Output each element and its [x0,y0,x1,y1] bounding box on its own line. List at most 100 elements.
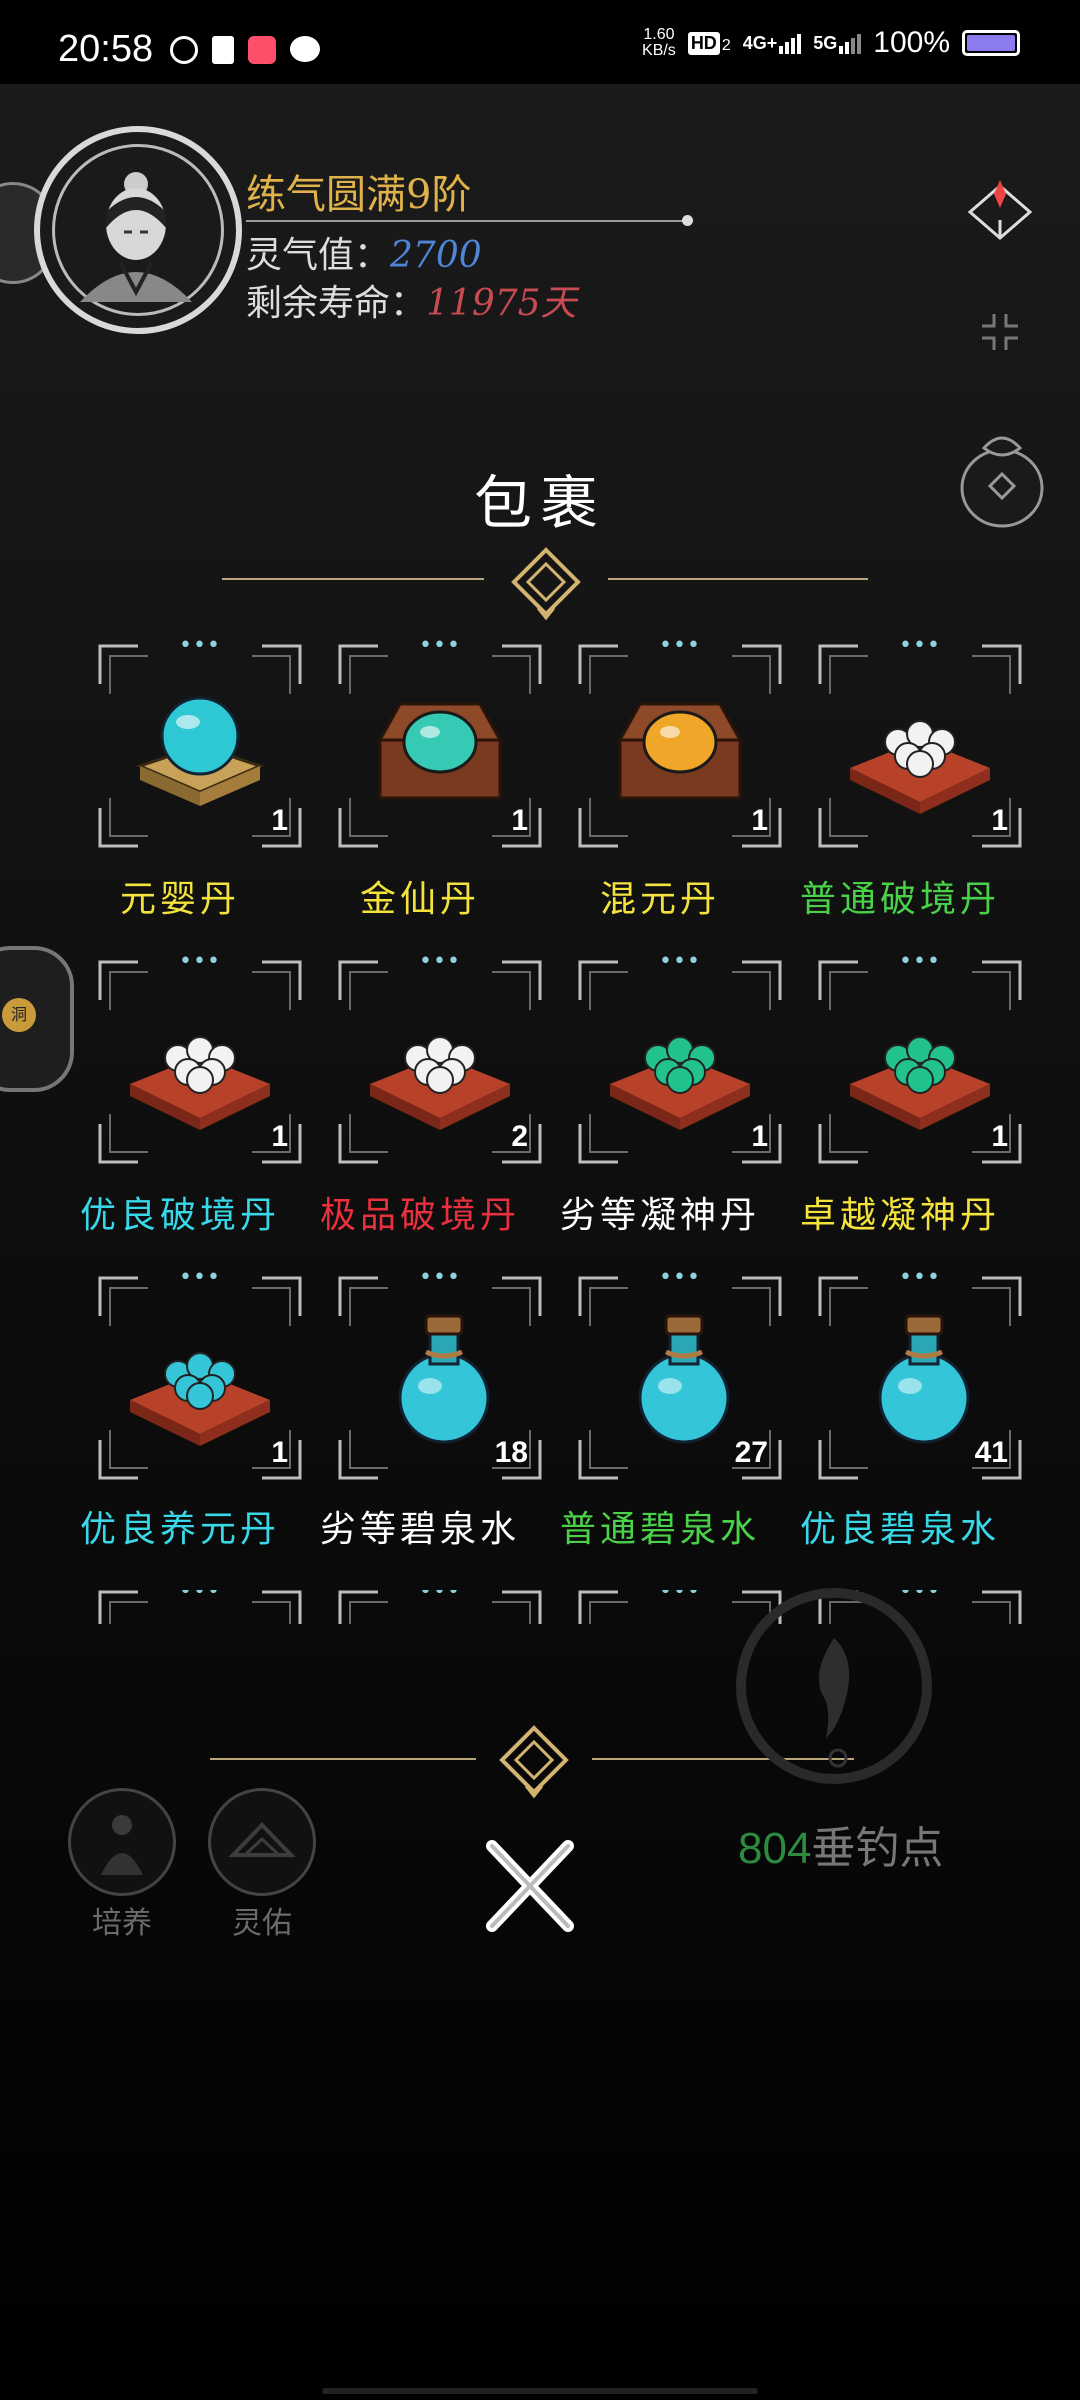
compass-button[interactable] [960,172,1040,252]
cultivator-portrait-icon [80,172,192,302]
inventory-slot-partial[interactable]: ••• [338,1590,542,1624]
notification-icons [170,36,320,64]
wechat-icon [290,36,320,62]
inventory-slot[interactable]: ••• 2 [338,951,542,1164]
lifespan-row: 剩余寿命：11975天 [246,274,577,326]
item-count: 1 [511,804,528,837]
inventory-slot-partial[interactable]: ••• [98,1590,302,1624]
item-name: 优良碧泉水 [799,1509,1000,1550]
more-options-icon[interactable]: ••• [98,1267,302,1289]
hd-label: HD [687,31,720,55]
more-options-icon[interactable]: ••• [578,1267,782,1289]
green-pills-cushion-icon [850,1036,990,1130]
fish-icon [818,1638,850,1768]
kuaishou-icon [248,36,276,64]
item-count: 41 [974,1436,1008,1469]
panel-title: 包裹 [473,469,606,537]
inventory-slot[interactable]: ••• 1 [578,951,782,1164]
item-count: 1 [271,1120,288,1153]
item-count: 1 [751,804,768,837]
more-options-icon[interactable]: ••• [578,951,782,973]
spirit-label: 灵气值： [246,235,391,276]
fishing-points-value: 804 [738,1824,812,1873]
home-indicator[interactable] [322,2388,758,2394]
blessing-label: 灵佑 [232,1906,292,1941]
teal-orb-chest-icon [377,702,503,800]
inventory-slot[interactable]: ••• 1 [818,951,1022,1164]
item-name: 普通碧泉水 [559,1509,760,1550]
fishing-points: 804垂钓点 [738,1812,943,1876]
item-name: 优良养元丹 [79,1509,280,1550]
collapse-button[interactable] [960,292,1040,372]
cultivate-button[interactable] [68,1788,176,1896]
inventory-slot[interactable]: ••• 1 [578,635,782,848]
item-name: 卓越凝神丹 [799,1195,1000,1236]
net-speed-unit: KB/s [642,42,676,59]
bottom-divider-left [210,1758,476,1760]
item-name: 普通破境丹 [799,879,1000,920]
more-options-icon[interactable]: ••• [338,635,542,657]
item-name: 金仙丹 [359,879,480,920]
close-x-icon [486,1840,574,1932]
signal-5g-label: 5G [813,32,838,53]
signal-bars-icon [839,33,862,54]
spirit-row: 灵气值：2700 [246,226,482,278]
cave-badge: 洞 [2,998,36,1032]
more-options-icon[interactable]: ••• [818,635,1022,657]
side-cave-tab[interactable]: 洞 [0,946,74,1092]
item-count: 18 [494,1436,528,1469]
item-count: 27 [734,1436,768,1469]
inventory-slot[interactable]: ••• 18 [338,1267,542,1480]
signal-5g: 5G [813,32,862,54]
signal-4g-label: 4G+ [742,32,778,53]
more-options-icon[interactable]: ••• [818,951,1022,973]
lifespan-value: 11975天 [426,283,577,324]
inventory-slot[interactable]: ••• 27 [578,1267,782,1480]
clipboard-icon [212,36,234,64]
inventory-slot[interactable]: ••• 1 [98,1267,302,1480]
signal-4g: 4G+ [743,33,802,54]
more-options-icon[interactable]: ••• [98,635,302,657]
divider-right [608,578,868,580]
inventory-slot[interactable]: ••• 41 [818,1267,1022,1480]
cultivate-label: 培养 [92,1906,152,1941]
fishing-button[interactable] [736,1588,932,1784]
status-right: 1.60 KB/s HD 2 4G+ 5G 100% [642,26,1020,60]
item-count: 1 [271,1436,288,1469]
rank-progress-dot [682,215,693,226]
cultivation-rank: 练气圆满9阶 [246,172,472,218]
hd-indicator: HD 2 [687,31,731,55]
compass-diamond-icon [967,180,1033,240]
inventory-slot[interactable]: ••• 1 [818,635,1022,848]
player-avatar[interactable] [34,126,242,334]
bottom-diamond-ornament-icon [499,1725,569,1799]
hd-sub-label: 2 [721,36,731,54]
inventory-slot[interactable]: ••• 1 [98,635,302,848]
item-count: 1 [991,804,1008,837]
blessing-button[interactable] [208,1788,316,1896]
close-button[interactable] [478,1836,582,1936]
item-count: 1 [751,1120,768,1153]
more-options-icon[interactable]: ••• [818,1267,1022,1289]
battery-icon [962,30,1020,56]
inventory-slot[interactable]: ••• 1 [98,951,302,1164]
more-options-icon[interactable]: ••• [338,951,542,973]
battery-percent: 100% [873,26,950,59]
net-speed-value: 1.60 [643,26,675,43]
clock: 20:58 [58,28,154,70]
green-pills-cushion-icon [610,1036,750,1130]
item-count: 2 [511,1120,528,1153]
divider-left [222,578,484,580]
cyan-pills-cushion-icon [130,1352,270,1446]
item-name: 混元丹 [599,879,720,920]
signal-bars-icon [779,33,802,54]
item-name: 劣等碧泉水 [319,1509,520,1550]
more-options-icon[interactable]: ••• [98,1590,302,1603]
inventory-slot[interactable]: ••• 1 [338,635,542,848]
white-pills-cushion-icon [850,720,990,814]
more-options-icon[interactable]: ••• [98,951,302,973]
fishing-points-label: 垂钓点 [811,1824,944,1873]
more-options-icon[interactable]: ••• [338,1590,542,1603]
more-options-icon[interactable]: ••• [578,635,782,657]
more-options-icon[interactable]: ••• [338,1267,542,1289]
